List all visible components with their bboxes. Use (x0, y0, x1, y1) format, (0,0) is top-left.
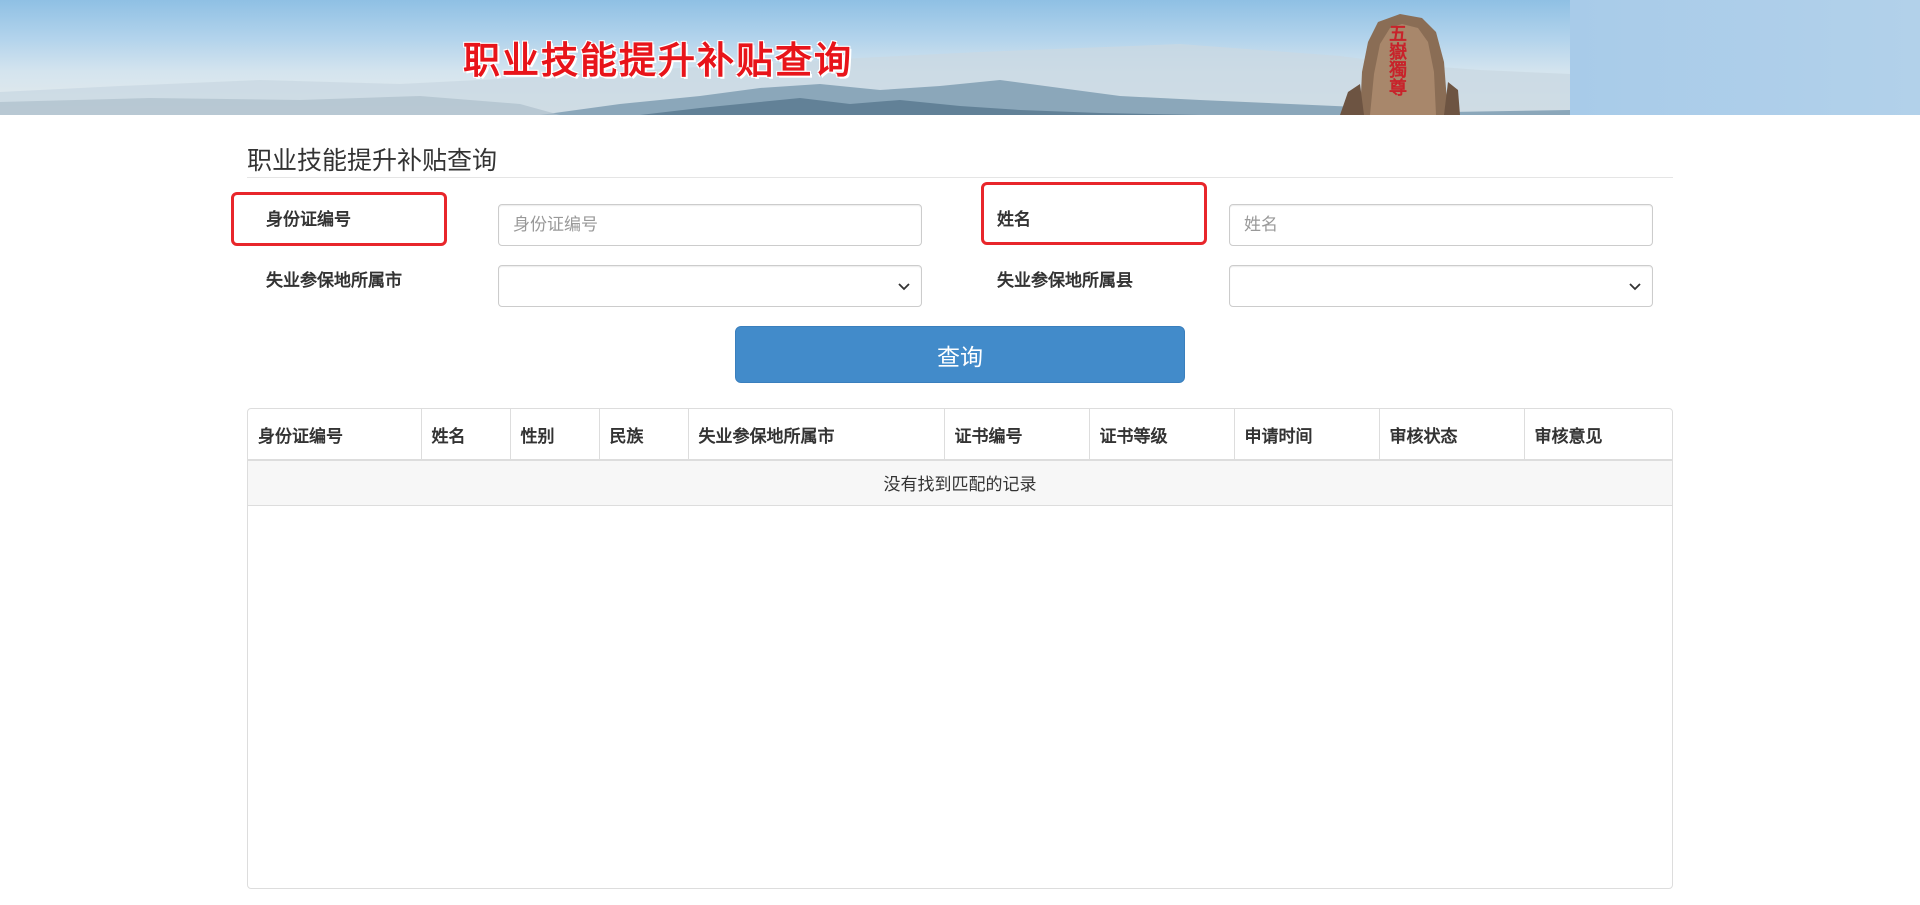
table-header-row: 身份证编号 姓名 性别 民族 失业参保地所属市 证书编号 证书等级 申请时间 审… (248, 409, 1672, 461)
city-select[interactable] (498, 265, 922, 307)
county-label: 失业参保地所属县 (997, 271, 1133, 291)
column-header-ethnicity[interactable]: 民族 (598, 409, 688, 461)
title-divider (247, 177, 1673, 178)
name-label: 姓名 (997, 210, 1031, 230)
id-number-input[interactable] (498, 204, 922, 246)
chevron-down-icon (898, 283, 910, 291)
county-select[interactable] (1229, 265, 1653, 307)
column-header-application-time[interactable]: 申请时间 (1233, 409, 1379, 461)
table-row: 没有找到匹配的记录 (248, 460, 1672, 506)
name-input[interactable] (1229, 204, 1653, 246)
column-header-review-status[interactable]: 审核状态 (1378, 409, 1524, 461)
query-button[interactable]: 查询 (735, 326, 1185, 383)
column-header-gender[interactable]: 性别 (509, 409, 599, 461)
column-header-certificate-number[interactable]: 证书编号 (943, 409, 1089, 461)
rock-inscription: 五嶽獨尊 (1386, 24, 1407, 96)
header-banner: 职业技能提升补贴查询 五嶽獨尊 (0, 0, 1920, 115)
id-number-label: 身份证编号 (266, 210, 351, 230)
column-header-id-number[interactable]: 身份证编号 (248, 409, 421, 461)
column-header-certificate-level[interactable]: 证书等级 (1088, 409, 1234, 461)
mountain-landscape-image (0, 44, 1570, 115)
column-header-review-comment[interactable]: 审核意见 (1523, 409, 1672, 461)
results-table: 身份证编号 姓名 性别 民族 失业参保地所属市 证书编号 证书等级 申请时间 审… (247, 408, 1673, 889)
column-header-name[interactable]: 姓名 (420, 409, 510, 461)
no-records-message: 没有找到匹配的记录 (248, 460, 1672, 506)
city-label: 失业参保地所属市 (266, 271, 402, 291)
chevron-down-icon (1629, 283, 1641, 291)
banner-title: 职业技能提升补贴查询 (463, 38, 853, 82)
page-title: 职业技能提升补贴查询 (247, 146, 498, 175)
column-header-insured-city[interactable]: 失业参保地所属市 (687, 409, 944, 461)
